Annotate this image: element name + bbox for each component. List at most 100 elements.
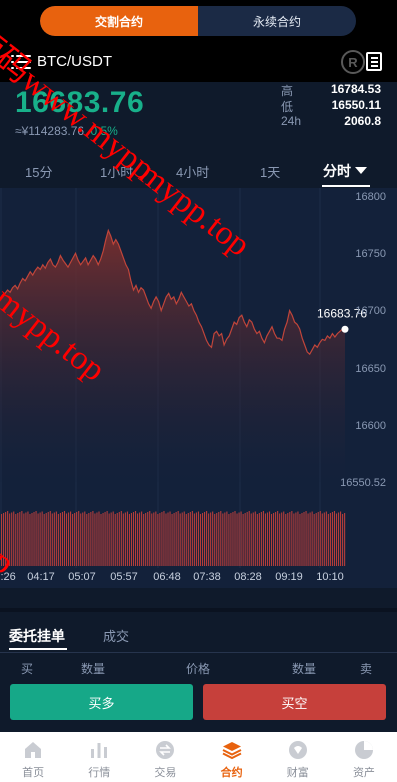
volume-bar <box>163 511 165 566</box>
volume-bar <box>13 511 15 566</box>
volume-bar <box>193 513 195 566</box>
volume-bar <box>226 511 228 566</box>
volume-bar <box>3 513 5 566</box>
volume-bar <box>141 511 143 566</box>
y-tick-label: 16800 <box>355 191 386 203</box>
change-percent: 0.5% <box>90 124 118 138</box>
col-buy: 买 <box>21 662 34 676</box>
volume-bar <box>335 513 338 566</box>
tab-timeline[interactable]: 分时 <box>323 161 367 181</box>
volume-bar <box>114 514 116 566</box>
nav-market[interactable]: 行情 <box>66 732 132 782</box>
volume-bar <box>57 514 59 566</box>
volume-bar <box>214 514 216 566</box>
x-tick-label: 06:48 <box>153 571 181 583</box>
volume-bar <box>317 512 319 566</box>
volume-bar <box>70 511 72 566</box>
volume-bar <box>173 513 175 566</box>
volume-bar <box>27 511 29 566</box>
volume-bar <box>41 511 43 566</box>
volume-bar <box>246 512 248 566</box>
buy-long-button[interactable]: 买多 <box>10 684 193 720</box>
stat-low: 低 16550.11 <box>281 98 381 114</box>
trading-pair[interactable]: BTC/USDT <box>37 53 112 70</box>
volume-bar <box>187 513 189 566</box>
nav-assets[interactable]: 资产 <box>331 732 397 782</box>
volume-bar <box>171 514 173 566</box>
volume-bar <box>1 514 3 566</box>
price-stats: 高 16784.53 低 16550.11 24h 2060.8 <box>281 82 381 130</box>
volume-bar <box>5 512 7 566</box>
volume-bar <box>78 511 80 566</box>
volume-bar <box>151 513 153 566</box>
volume-bar <box>236 513 238 566</box>
volume-bar <box>218 512 220 566</box>
tab-delivery-contract[interactable]: 交割合约 <box>40 6 198 36</box>
volume-bar <box>283 511 285 566</box>
volume-bar <box>165 513 167 566</box>
volume-bar <box>258 513 260 566</box>
tab-15m[interactable]: 15分 <box>25 162 52 181</box>
volume-bar <box>43 514 45 566</box>
col-sell: 卖 <box>360 662 373 676</box>
volume-bar <box>232 512 234 566</box>
volume-bar <box>15 514 17 566</box>
tab-4h[interactable]: 4小时 <box>176 162 209 181</box>
volume-bar <box>181 512 183 566</box>
volume-bar <box>157 514 159 566</box>
volume-bar <box>238 512 240 566</box>
assets-icon <box>354 741 373 759</box>
volume-bar <box>279 513 281 566</box>
volume-bar <box>108 513 110 566</box>
volume-bar <box>7 511 9 566</box>
tab-open-orders[interactable]: 委托挂单 <box>9 626 65 646</box>
y-tick-label: 16750 <box>355 248 386 260</box>
volume-bar <box>204 512 206 566</box>
volume-bar <box>228 514 230 566</box>
tab-1h[interactable]: 1小时 <box>100 162 133 181</box>
order-book: 委托挂单 成交 买 数量 价格 数量 卖 <box>0 612 397 682</box>
volume-bar <box>25 512 27 566</box>
nav-exchange[interactable]: 交易 <box>132 732 198 782</box>
volume-bar <box>303 512 305 566</box>
volume-bar <box>309 512 311 566</box>
tab-1d[interactable]: 1天 <box>260 162 280 181</box>
volume-bar <box>84 511 86 566</box>
volume-bar <box>297 511 299 566</box>
volume-bar <box>293 513 295 566</box>
volume-bar <box>331 512 333 566</box>
nav-wealth[interactable]: 财富 <box>265 732 331 782</box>
nav-home[interactable]: 首页 <box>0 732 66 782</box>
y-tick-label: 16700 <box>355 305 386 317</box>
contract-icon <box>222 742 242 760</box>
volume-bar <box>244 513 246 566</box>
volume-bar <box>153 512 155 566</box>
y-tick-label: 16600 <box>355 420 386 432</box>
chevron-down-icon <box>355 167 367 174</box>
volume-bar <box>220 511 222 566</box>
tab-perpetual-contract[interactable]: 永续合约 <box>198 6 356 36</box>
volume-bar <box>72 514 74 566</box>
orders-icon[interactable] <box>366 52 382 71</box>
contract-type-switch: 交割合约 永续合约 <box>40 6 356 36</box>
volume-bar <box>155 511 157 566</box>
volume-bar <box>321 513 323 566</box>
volume-bar <box>273 513 275 566</box>
volume-bar <box>222 513 224 566</box>
sell-short-button[interactable]: 买空 <box>203 684 386 720</box>
volume-bar <box>63 511 66 566</box>
volume-bar <box>260 512 262 566</box>
volume-bar <box>39 512 41 566</box>
volume-bar <box>139 512 141 566</box>
volume-bar <box>342 514 344 566</box>
volume-bar <box>76 512 78 566</box>
nav-contract[interactable]: 合约 <box>199 732 265 782</box>
volume-bar <box>262 511 264 566</box>
exchange-icon <box>156 741 175 759</box>
volume-bar <box>199 514 202 566</box>
volume-bar <box>126 511 128 566</box>
tab-trades[interactable]: 成交 <box>103 626 129 645</box>
volume-bar <box>110 512 112 566</box>
price-chart[interactable]: 16683.76 16800 16750 16700 16650 16600 16550.5… <box>0 188 397 588</box>
menu-icon[interactable] <box>11 54 31 70</box>
